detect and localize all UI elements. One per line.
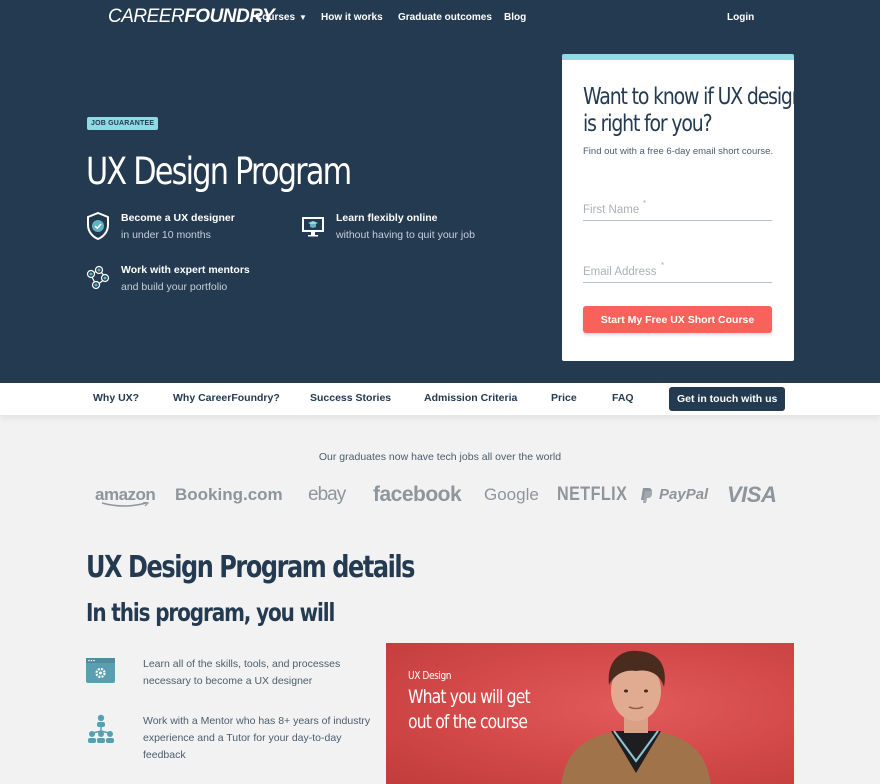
netflix-logo: NETFLIX xyxy=(557,484,628,505)
first-name-input[interactable] xyxy=(583,199,772,220)
signup-card-subtitle: Find out with a free 6-day email short c… xyxy=(583,146,774,157)
program-details-subtitle: In this program, you will xyxy=(86,598,335,627)
feature-heading: Become a UX designer xyxy=(121,212,235,224)
video-title: What you will get out of the course xyxy=(408,685,531,735)
feature-heading: Work with expert mentors xyxy=(121,264,250,276)
video-title-line2: out of the course xyxy=(408,711,528,733)
subnav-faq[interactable]: FAQ xyxy=(612,392,634,404)
presenter-image xyxy=(561,650,711,784)
start-short-course-button[interactable]: Start My Free UX Short Course xyxy=(583,306,772,333)
short-course-signup-card: Want to know if UX design is right for y… xyxy=(562,54,804,361)
program-benefit-text: Learn all of the skills, tools, and proc… xyxy=(143,658,341,687)
google-logo: Google xyxy=(484,485,539,504)
paypal-logo: PayPal xyxy=(659,486,709,503)
feature-subtext: without having to quit your job xyxy=(336,229,475,241)
page-title: UX Design Program xyxy=(86,150,352,193)
email-input[interactable] xyxy=(583,261,772,282)
subnav-why-ux[interactable]: Why UX? xyxy=(93,392,139,404)
careerfoundry-logo[interactable]: CAREERFOUNDRY xyxy=(108,6,275,28)
hero-section: CAREERFOUNDRY Courses ▼ How it works Grad… xyxy=(0,0,880,383)
nav-courses-label: Courses xyxy=(255,12,296,23)
graduates-caption: Our graduates now have tech jobs all ove… xyxy=(318,451,562,463)
section-navigation: Why UX? Why CareerFoundry? Success Stori… xyxy=(0,383,880,415)
visa-logo: VISA xyxy=(727,482,777,507)
facebook-logo: facebook xyxy=(373,483,462,506)
get-in-touch-button[interactable]: Get in touch with us xyxy=(669,387,786,411)
feature-subtext: and build your portfolio xyxy=(121,281,228,293)
subnav-price[interactable]: Price xyxy=(551,392,577,404)
top-navigation: CAREERFOUNDRY Courses ▼ How it works Grad… xyxy=(0,0,880,36)
feature-subtext: in under 10 months xyxy=(121,229,211,241)
logo-career: CAREER xyxy=(108,6,185,27)
required-marker: * xyxy=(643,199,647,208)
amazon-smile-icon xyxy=(101,502,150,507)
mentor-hierarchy-icon xyxy=(88,714,114,743)
feature-heading: Learn flexibly online xyxy=(336,212,438,224)
first-name-field: * xyxy=(583,199,772,221)
paypal-p-icon xyxy=(641,488,653,503)
subnav-why-careerfoundry[interactable]: Why CareerFoundry? xyxy=(173,392,280,404)
subnav-admission-criteria[interactable]: Admission Criteria xyxy=(424,392,517,404)
signup-title-line2: is right for you? xyxy=(583,111,713,137)
program-details-title: UX Design Program details xyxy=(86,550,415,585)
course-video-thumbnail[interactable]: UX Design What you will get out of the c… xyxy=(386,643,794,784)
subnav-success-stories[interactable]: Success Stories xyxy=(310,392,391,404)
nav-blog[interactable]: Blog xyxy=(504,12,526,23)
signup-card-title: Want to know if UX design is right for y… xyxy=(583,84,804,138)
program-benefit-text: Work with a Mentor who has 8+ years of i… xyxy=(143,715,371,761)
email-field: * xyxy=(583,261,772,283)
employer-logos: amazon Booking.com ebay facebook Google … xyxy=(0,480,880,510)
booking-logo: Booking.com xyxy=(175,485,283,504)
ebay-logo: ebay xyxy=(308,484,346,505)
nav-how-it-works[interactable]: How it works xyxy=(321,12,383,23)
required-marker: * xyxy=(661,261,665,270)
video-category: UX Design xyxy=(408,669,452,682)
video-title-line1: What you will get xyxy=(408,686,531,708)
chevron-down-icon: ▼ xyxy=(299,13,307,22)
browser-gear-icon xyxy=(86,658,115,683)
shield-check-icon xyxy=(87,212,109,240)
nav-graduate-outcomes[interactable]: Graduate outcomes xyxy=(398,12,492,23)
job-guarantee-badge: JOB GUARANTEE xyxy=(87,117,159,130)
mentor-network-icon xyxy=(86,265,110,290)
login-link[interactable]: Login xyxy=(727,12,754,23)
monitor-graduation-icon xyxy=(302,217,324,237)
nav-courses[interactable]: Courses ▼ xyxy=(255,12,307,23)
signup-title-line1: Want to know if UX design xyxy=(583,84,804,110)
